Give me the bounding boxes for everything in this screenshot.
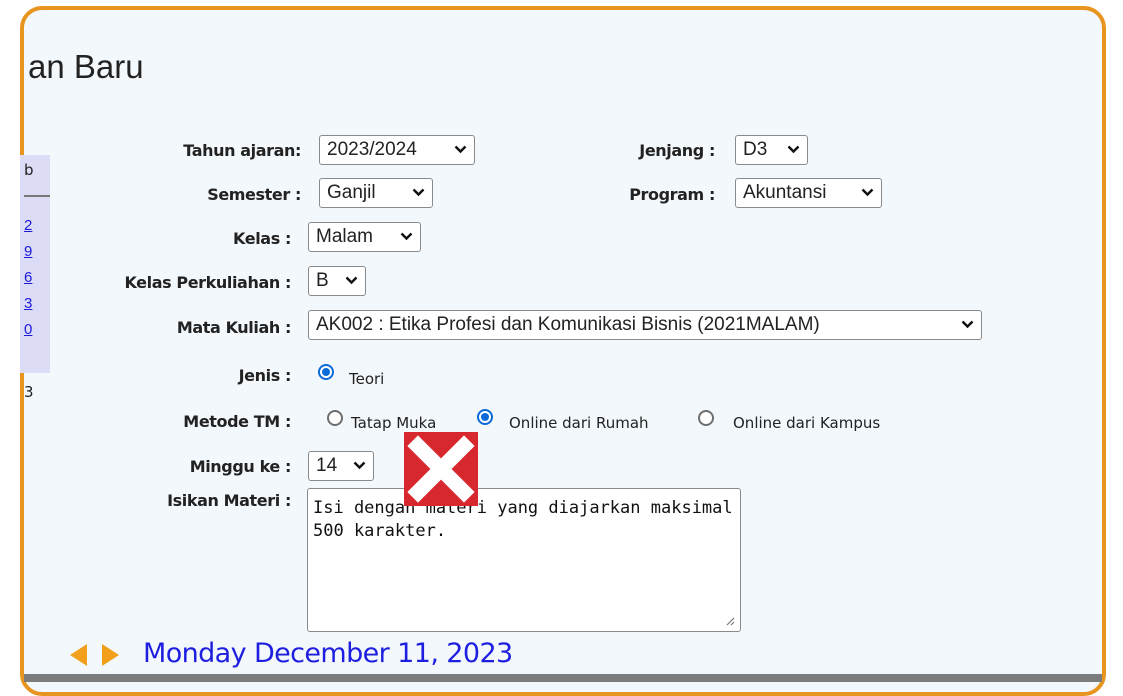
tahun-ajaran-label: Tahun ajaran: — [183, 141, 301, 160]
kelas-label: Kelas : — [233, 229, 291, 248]
kelas-perkuliahan-select[interactable]: B — [308, 266, 366, 296]
sidebar-header: b — [24, 161, 34, 179]
resize-grip-icon[interactable] — [724, 615, 735, 626]
isikan-materi-label: Isikan Materi : — [167, 491, 291, 510]
mata-kuliah-select[interactable]: AK002 : Etika Profesi dan Komunikasi Bis… — [308, 310, 982, 340]
tahun-ajaran-select[interactable]: 2023/2024 — [319, 135, 475, 165]
close-glyph-icon — [407, 435, 475, 503]
minggu-ke-value: 14 — [316, 455, 338, 476]
horizontal-scrollbar[interactable] — [24, 674, 1102, 682]
jenis-teori-label[interactable]: Teori — [349, 370, 384, 388]
jenis-teori-radio[interactable] — [318, 364, 334, 380]
chevron-down-icon — [961, 320, 974, 329]
kelas-perkuliahan-value: B — [316, 270, 329, 291]
arrow-left-icon[interactable] — [70, 644, 87, 666]
chevron-down-icon — [454, 145, 467, 154]
tahun-ajaran-value: 2023/2024 — [327, 139, 417, 160]
minggu-ke-select[interactable]: 14 — [308, 451, 374, 481]
chevron-down-icon — [787, 145, 800, 154]
sidebar-link[interactable]: 9 — [24, 243, 32, 260]
tatap-muka-radio[interactable] — [327, 410, 343, 426]
chevron-down-icon — [412, 188, 425, 197]
online-kampus-label[interactable]: Online dari Kampus — [733, 414, 880, 432]
kelas-perkuliahan-label: Kelas Perkuliahan : — [124, 273, 291, 292]
online-kampus-radio[interactable] — [698, 410, 714, 426]
chevron-down-icon — [345, 276, 358, 285]
kelas-select[interactable]: Malam — [308, 222, 421, 252]
minggu-ke-label: Minggu ke : — [189, 457, 292, 476]
chevron-down-icon — [400, 232, 413, 241]
chevron-down-icon — [861, 188, 874, 197]
close-icon[interactable] — [404, 432, 478, 506]
semester-label: Semester : — [207, 185, 301, 204]
program-label: Program : — [629, 185, 715, 204]
kelas-value: Malam — [316, 226, 374, 247]
current-date: Monday December 11, 2023 — [143, 638, 513, 669]
jenjang-value: D3 — [743, 139, 768, 160]
semester-value: Ganjil — [327, 182, 376, 203]
online-rumah-radio[interactable] — [477, 409, 493, 425]
mata-kuliah-value: AK002 : Etika Profesi dan Komunikasi Bis… — [316, 314, 820, 335]
tatap-muka-label[interactable]: Tatap Muka — [351, 414, 436, 432]
metode-tm-label: Metode TM : — [183, 412, 291, 431]
sidebar-link[interactable]: 2 — [24, 217, 32, 234]
sidebar-panel — [20, 155, 50, 373]
sidebar-divider — [24, 195, 50, 197]
sidebar-link[interactable]: 0 — [24, 321, 32, 338]
jenis-label: Jenis : — [238, 366, 292, 385]
sidebar-text: 3 — [24, 383, 34, 401]
jenjang-select[interactable]: D3 — [735, 135, 808, 165]
program-select[interactable]: Akuntansi — [735, 178, 882, 208]
jenjang-label: Jenjang : — [639, 141, 715, 160]
sidebar-link[interactable]: 3 — [24, 295, 32, 312]
page-title: an Baru — [28, 48, 144, 85]
sidebar-link[interactable]: 6 — [24, 269, 32, 286]
online-rumah-label[interactable]: Online dari Rumah — [509, 414, 649, 432]
arrow-right-icon[interactable] — [102, 644, 119, 666]
semester-select[interactable]: Ganjil — [319, 178, 433, 208]
mata-kuliah-label: Mata Kuliah : — [176, 318, 292, 337]
program-value: Akuntansi — [743, 182, 827, 203]
chevron-down-icon — [353, 461, 366, 470]
materi-textarea[interactable]: Isi dengan materi yang diajarkan maksima… — [307, 488, 741, 632]
